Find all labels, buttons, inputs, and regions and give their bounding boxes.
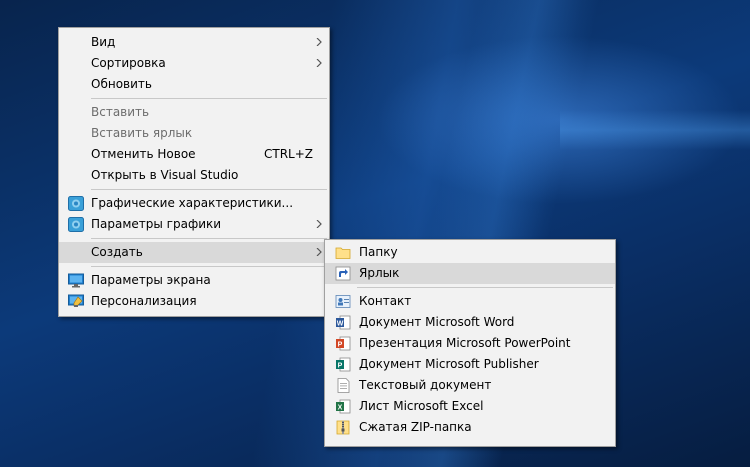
submenu-item-zip-folder[interactable]: Сжатая ZIP-папка [325, 417, 615, 438]
menu-separator [91, 266, 327, 267]
submenu-item-publisher-document[interactable]: P Документ Microsoft Publisher [325, 354, 615, 375]
submenu-item-shortcut[interactable]: Ярлык [325, 263, 615, 284]
submenu-item-text-document[interactable]: Текстовый документ [325, 375, 615, 396]
svg-text:X: X [338, 405, 343, 412]
menu-item-label: Отменить Новое [91, 147, 196, 161]
submenu-item-label: Ярлык [359, 266, 400, 280]
menu-separator [91, 238, 327, 239]
menu-item-label: Создать [91, 245, 143, 259]
submenu-item-label: Документ Microsoft Publisher [359, 357, 539, 371]
submenu-item-label: Сжатая ZIP-папка [359, 420, 472, 434]
submenu-item-label: Контакт [359, 294, 412, 308]
menu-separator [91, 189, 327, 190]
zip-folder-icon [336, 420, 350, 435]
menu-item-label: Вставить ярлык [91, 126, 193, 140]
menu-item-label: Открыть в Visual Studio [91, 168, 239, 182]
submenu-item-label: Текстовый документ [359, 378, 492, 392]
contact-icon [335, 295, 351, 308]
svg-text:P: P [338, 363, 343, 370]
submenu-item-folder[interactable]: Папку [325, 242, 615, 263]
intel-graphics-icon [68, 217, 84, 232]
desktop-context-menu: Вид Сортировка Обновить Вставить Вставит… [58, 27, 330, 317]
menu-item-label: Вставить [91, 105, 150, 119]
menu-item-open-in-visual-studio[interactable]: Открыть в Visual Studio [59, 165, 329, 186]
publisher-icon: P [336, 357, 351, 372]
keyboard-shortcut: CTRL+Z [263, 147, 313, 161]
menu-item-view[interactable]: Вид [59, 32, 329, 53]
menu-item-paste-shortcut[interactable]: Вставить ярлык [59, 123, 329, 144]
menu-item-label: Сортировка [91, 56, 166, 70]
shortcut-icon [335, 266, 351, 281]
menu-item-personalization[interactable]: Персонализация [59, 291, 329, 312]
submenu-item-label: Презентация Microsoft PowerPoint [359, 336, 571, 350]
menu-item-label: Параметры экрана [91, 273, 211, 287]
menu-item-display-settings[interactable]: Параметры экрана [59, 270, 329, 291]
submenu-item-label: Лист Microsoft Excel [359, 399, 484, 413]
menu-item-graphics-options[interactable]: Параметры графики [59, 214, 329, 235]
menu-item-refresh[interactable]: Обновить [59, 74, 329, 95]
svg-text:P: P [338, 342, 343, 349]
menu-item-undo-new[interactable]: Отменить Новое CTRL+Z [59, 144, 329, 165]
menu-separator [357, 287, 613, 288]
submenu-item-contact[interactable]: Контакт [325, 291, 615, 312]
wallpaper-light-band [560, 110, 750, 150]
submenu-arrow-icon [316, 59, 322, 67]
create-submenu: Папку Ярлык Контакт W Документ Microsoft… [324, 239, 616, 447]
text-document-icon [337, 378, 350, 393]
menu-separator [91, 98, 327, 99]
submenu-item-powerpoint-presentation[interactable]: P Презентация Microsoft PowerPoint [325, 333, 615, 354]
submenu-item-word-document[interactable]: W Документ Microsoft Word [325, 312, 615, 333]
powerpoint-icon: P [336, 336, 351, 351]
svg-text:W: W [337, 321, 344, 328]
folder-icon [335, 247, 351, 259]
personalization-icon [68, 294, 84, 307]
menu-item-label: Графические характеристики... [91, 196, 294, 210]
excel-icon: X [336, 399, 351, 414]
menu-item-create[interactable]: Создать [59, 242, 329, 263]
menu-item-label: Вид [91, 35, 116, 49]
display-settings-icon [68, 273, 84, 288]
menu-item-paste[interactable]: Вставить [59, 102, 329, 123]
menu-item-graphics-properties[interactable]: Графические характеристики... [59, 193, 329, 214]
menu-item-label: Параметры графики [91, 217, 222, 231]
submenu-arrow-icon [316, 248, 322, 256]
menu-item-label: Обновить [91, 77, 152, 91]
submenu-arrow-icon [316, 38, 322, 46]
submenu-arrow-icon [316, 220, 322, 228]
submenu-item-label: Документ Microsoft Word [359, 315, 515, 329]
intel-graphics-icon [68, 196, 84, 211]
menu-item-sort[interactable]: Сортировка [59, 53, 329, 74]
menu-item-label: Персонализация [91, 294, 197, 308]
word-icon: W [336, 315, 351, 330]
submenu-item-label: Папку [359, 245, 398, 259]
submenu-item-excel-sheet[interactable]: X Лист Microsoft Excel [325, 396, 615, 417]
